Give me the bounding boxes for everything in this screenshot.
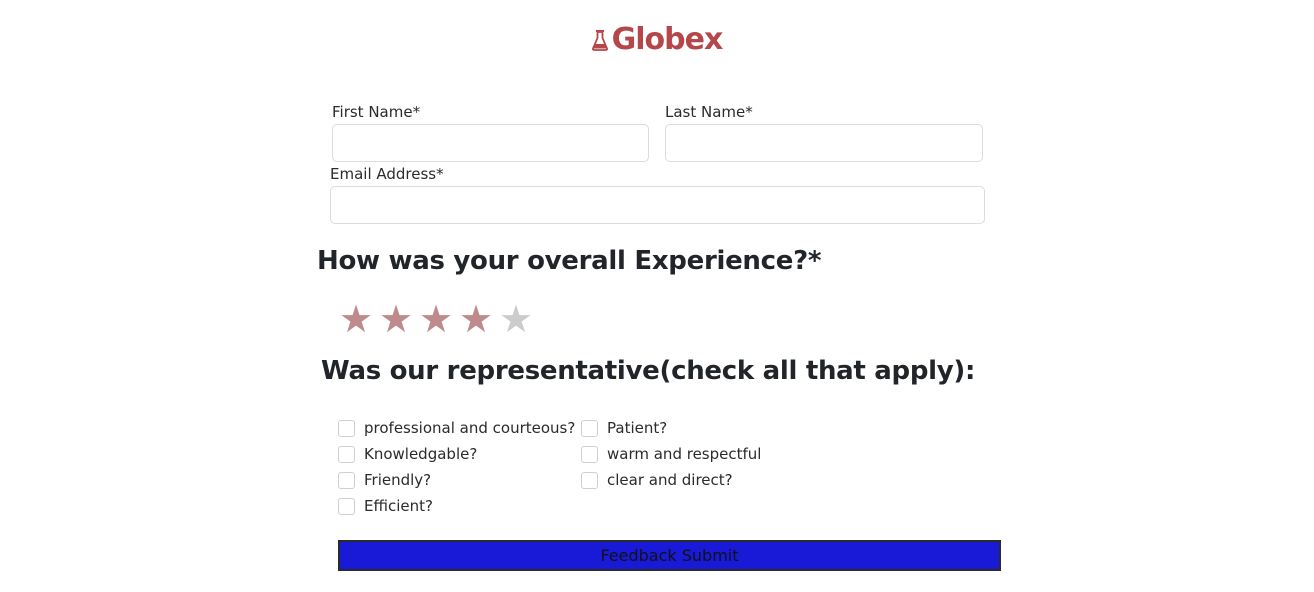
checkbox-option[interactable]: professional and courteous? — [338, 416, 575, 440]
email-field[interactable] — [330, 186, 985, 224]
email-label: Email Address* — [330, 165, 444, 183]
star-3-icon[interactable]: ★ — [416, 298, 456, 340]
checkbox-option[interactable]: Friendly? — [338, 468, 431, 492]
representative-options: professional and courteous? Knowledgable?… — [338, 416, 818, 526]
checkbox[interactable] — [338, 497, 355, 515]
checkbox-label: professional and courteous? — [364, 419, 576, 437]
star-1-icon[interactable]: ★ — [336, 298, 376, 340]
experience-question: How was your overall Experience?* — [317, 246, 822, 276]
checkbox-option[interactable]: Knowledgable? — [338, 442, 477, 466]
checkbox-label: Efficient? — [364, 497, 433, 515]
checkbox[interactable] — [581, 445, 598, 463]
checkbox-label: Friendly? — [364, 471, 432, 489]
checkbox[interactable] — [338, 445, 355, 463]
brand-logo: Globex — [0, 22, 1314, 57]
star-4-icon[interactable]: ★ — [456, 298, 496, 340]
checkbox[interactable] — [581, 419, 598, 437]
feedback-submit-button[interactable]: Feedback Submit — [338, 540, 1001, 571]
first-name-field[interactable] — [332, 124, 649, 162]
checkbox-label: Knowledgable? — [364, 445, 478, 463]
checkbox[interactable] — [338, 419, 355, 437]
checkbox-option[interactable]: clear and direct? — [581, 468, 733, 492]
checkbox-option[interactable]: Patient? — [581, 416, 667, 440]
last-name-field[interactable] — [665, 124, 983, 162]
checkbox-label: warm and respectful — [607, 445, 762, 463]
star-rating[interactable]: ★ ★ ★ ★ ★ — [336, 298, 536, 340]
checkbox[interactable] — [581, 471, 598, 489]
first-name-label: First Name* — [332, 103, 421, 121]
star-5-icon[interactable]: ★ — [496, 298, 536, 340]
star-2-icon[interactable]: ★ — [376, 298, 416, 340]
brand-name: Globex — [611, 22, 724, 57]
checkbox-option[interactable]: warm and respectful — [581, 442, 761, 466]
last-name-label: Last Name* — [665, 103, 753, 121]
checkbox-option[interactable]: Efficient? — [338, 494, 433, 518]
representative-question: Was our representative(check all that ap… — [321, 356, 976, 386]
checkbox[interactable] — [338, 471, 355, 489]
checkbox-label: Patient? — [607, 419, 668, 437]
checkbox-label: clear and direct? — [607, 471, 733, 489]
flask-icon — [591, 30, 608, 51]
